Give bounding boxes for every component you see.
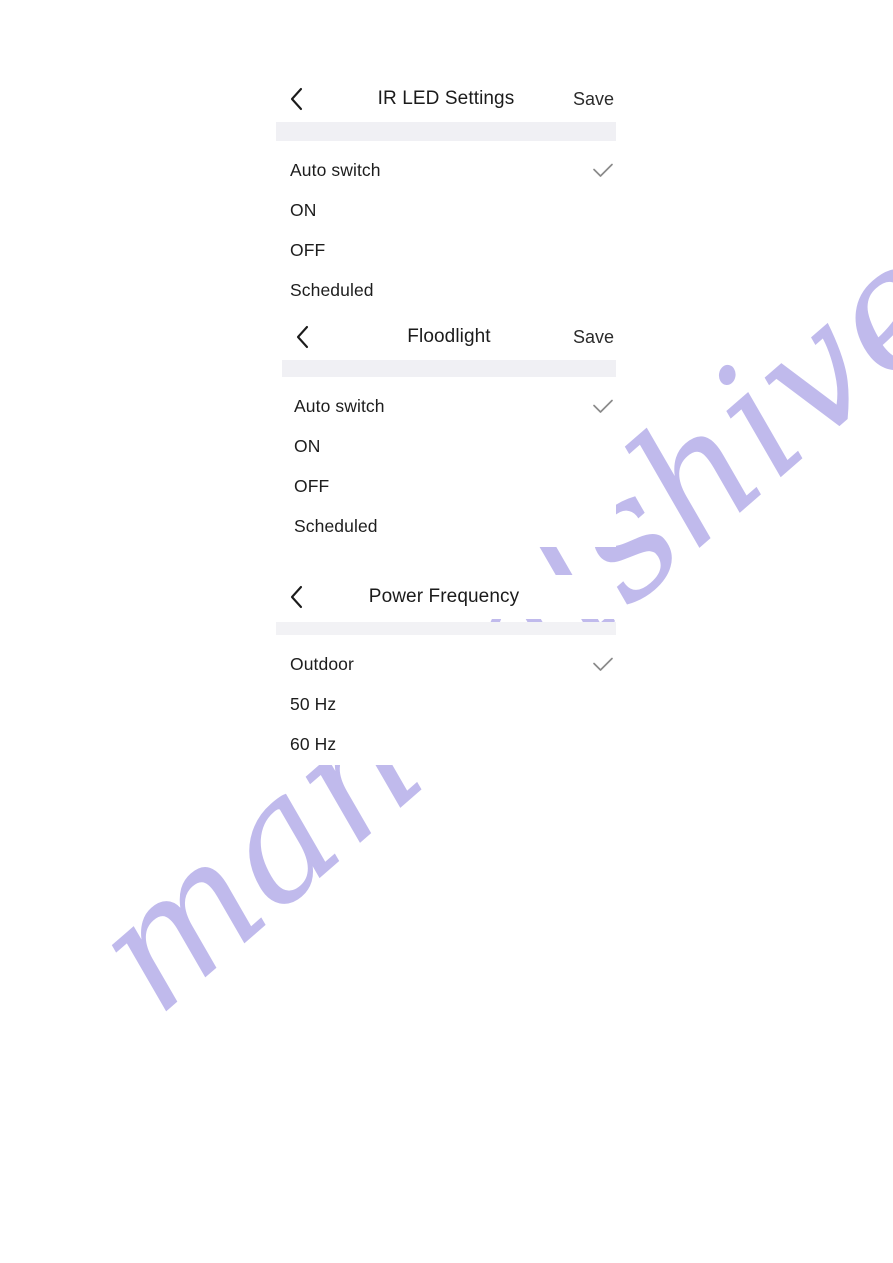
save-button-ir-led-settings[interactable]: Save (573, 77, 616, 121)
option-label: Scheduled (290, 280, 374, 301)
page-title-power-frequency: Power Frequency (368, 586, 520, 607)
option-label: Auto switch (290, 160, 381, 181)
nav-bar-ir-led-settings: IR LED Settings Save (276, 77, 616, 121)
option-row-outdoor[interactable]: Outdoor (276, 645, 616, 685)
option-row-off[interactable]: OFF (282, 467, 616, 507)
page-title-ir-led-settings: IR LED Settings (377, 88, 515, 109)
section-divider-ir (276, 122, 616, 141)
option-row-on[interactable]: ON (276, 191, 616, 231)
chevron-left-icon (295, 325, 310, 349)
option-label: 50 Hz (290, 694, 337, 715)
option-label: ON (290, 200, 317, 221)
nav-bar-floodlight: Floodlight Save (282, 315, 616, 359)
check-icon (590, 394, 616, 420)
option-label: 60 Hz (290, 734, 337, 755)
option-row-scheduled[interactable]: Scheduled (282, 507, 616, 547)
option-row-auto-switch[interactable]: Auto switch (276, 151, 616, 191)
option-label: ON (294, 436, 321, 457)
option-label: OFF (294, 476, 330, 497)
option-list-floodlight: Auto switch ON OFF Scheduled (282, 377, 616, 547)
back-button-ir-led-settings[interactable] (276, 77, 316, 121)
chevron-left-icon (289, 585, 304, 609)
option-row-scheduled[interactable]: Scheduled (276, 271, 616, 311)
option-list-power-frequency: Outdoor 50 Hz 60 Hz (276, 635, 616, 765)
option-row-auto-switch[interactable]: Auto switch (282, 387, 616, 427)
check-icon (590, 652, 616, 678)
section-divider-floodlight (282, 360, 616, 377)
back-button-floodlight[interactable] (282, 315, 322, 359)
back-button-power-frequency[interactable] (276, 575, 316, 619)
screen-ir-led-settings: IR LED Settings Save Auto switch ON OFF (276, 77, 616, 311)
screen-power-frequency: Power Frequency Outdoor 50 Hz 60 Hz (276, 575, 616, 765)
check-icon (590, 158, 616, 184)
save-button-floodlight[interactable]: Save (573, 315, 616, 359)
option-row-60hz[interactable]: 60 Hz (276, 725, 616, 765)
option-row-off[interactable]: OFF (276, 231, 616, 271)
section-divider-power-frequency (276, 622, 616, 635)
option-row-on[interactable]: ON (282, 427, 616, 467)
option-label: Outdoor (290, 654, 354, 675)
nav-bar-power-frequency: Power Frequency (276, 575, 616, 619)
page-title-floodlight: Floodlight (407, 326, 491, 347)
chevron-left-icon (289, 87, 304, 111)
option-label: Auto switch (294, 396, 385, 417)
option-label: OFF (290, 240, 326, 261)
option-list-ir-led: Auto switch ON OFF Scheduled (276, 141, 616, 311)
screen-floodlight: Floodlight Save Auto switch ON OFF Sched… (282, 315, 616, 547)
option-row-50hz[interactable]: 50 Hz (276, 685, 616, 725)
option-label: Scheduled (294, 516, 378, 537)
